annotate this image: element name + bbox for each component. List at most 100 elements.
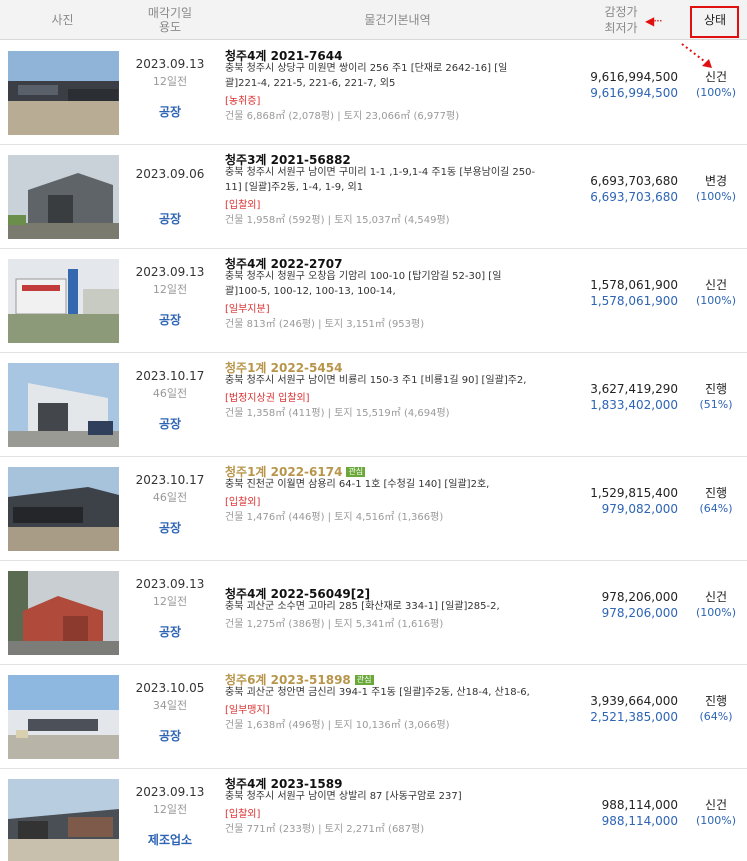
status-cell: 진행 (51%) <box>690 381 742 413</box>
property-photo[interactable] <box>8 259 119 343</box>
status-label: 신건 <box>704 70 728 84</box>
table-row[interactable]: 2023.09.13 12일전 공장 청주4계 2022-56049[2] 충북 괴산군… <box>0 561 747 665</box>
property-photo[interactable] <box>8 51 119 135</box>
price-cell: 9,616,994,500 9,616,994,500 <box>560 69 678 101</box>
header-date: 매각기일 용도 <box>125 0 215 40</box>
property-photo-image <box>8 779 119 861</box>
minimum-price: 979,082,000 <box>601 502 678 516</box>
header-date-line1: 매각기일 <box>147 6 193 20</box>
property-photo-image <box>8 467 119 551</box>
address: 충북 청주시 청원구 오창읍 기암리 100-10 [탑기암길 52-30] [… <box>225 269 577 299</box>
property-type: 공장 <box>158 105 182 119</box>
property-photo[interactable] <box>8 467 119 551</box>
status-cell: 변경 (100%) <box>690 173 742 205</box>
status-percent: (64%) <box>699 502 733 515</box>
appraisal-price: 6,693,703,680 <box>590 174 678 188</box>
table-row[interactable]: 2023.09.13 12일전 제조업소 청주4계 2023-1589 충북 청주시 서… <box>0 769 747 861</box>
days-remaining: 34일전 <box>152 699 188 712</box>
property-type: 제조업소 <box>147 833 193 847</box>
property-type: 공장 <box>158 625 182 639</box>
address: 충북 진천군 이월면 삼용리 64-1 1호 [수청길 140] [일괄]2호, <box>225 477 577 492</box>
status-percent: (100%) <box>695 814 737 827</box>
price-cell: 988,114,000 988,114,000 <box>560 797 678 829</box>
property-photo-image <box>8 675 119 759</box>
table-row[interactable]: 2023.10.05 34일전 공장 청주6계 2023-51898 관심 충북 괴산군 … <box>0 665 747 769</box>
appraisal-price: 9,616,994,500 <box>590 70 678 84</box>
sale-date: 2023.09.06 <box>135 167 205 181</box>
address-line-1: 충북 괴산군 청안면 금신리 394-1 주1동 [일괄]주2동, 산18-4,… <box>225 687 530 698</box>
status-label: 진행 <box>704 694 728 708</box>
minimum-price: 988,114,000 <box>601 814 678 828</box>
arrow-left-icon: ◀··· <box>645 14 663 28</box>
property-photo[interactable] <box>8 779 119 861</box>
interest-badge: 관심 <box>346 467 366 477</box>
property-type: 공장 <box>158 313 182 327</box>
status-cell: 진행 (64%) <box>690 485 742 517</box>
status-label: 신건 <box>704 278 728 292</box>
address: 충북 청주시 상당구 미원면 쌍이리 256 주1 [단재로 2642-16] … <box>225 61 577 91</box>
table-row[interactable]: 2023.09.13 12일전 공장 청주4계 2022-2707 충북 청주시 청원구… <box>0 249 747 353</box>
special-condition-tag: [일부지분] <box>225 304 270 315</box>
price-cell: 978,206,000 978,206,000 <box>560 589 678 621</box>
special-condition-tag: [법정지상권 입찰외] <box>225 393 310 404</box>
minimum-price: 2,521,385,000 <box>590 710 678 724</box>
address: 충북 청주시 서원구 남이면 구미리 1-1 ,1-9,1-4 주1동 [부용남… <box>225 165 577 195</box>
address-line-2: 괄]221-4, 221-5, 221-6, 221-7, 외5 <box>225 78 396 89</box>
address-line-2: 괄]100-5, 100-12, 100-13, 100-14, <box>225 286 396 297</box>
minimum-price: 1,833,402,000 <box>590 398 678 412</box>
days-remaining: 12일전 <box>152 803 188 816</box>
address-line-1: 충북 청주시 청원구 오창읍 기암리 100-10 [탑기암길 52-30] [… <box>225 271 502 282</box>
table-header: 사진 매각기일 용도 물건기본내역 감정가 최저가 상태 <box>0 0 747 40</box>
status-percent: (64%) <box>699 710 733 723</box>
appraisal-price: 3,627,419,290 <box>590 382 678 396</box>
address-line-1: 충북 청주시 서원구 남이면 상발리 87 [사동구암로 237] <box>225 791 462 802</box>
property-photo[interactable] <box>8 675 119 759</box>
price-cell: 1,578,061,900 1,578,061,900 <box>560 277 678 309</box>
minimum-price: 6,693,703,680 <box>590 190 678 204</box>
special-condition-tag: [농취증] <box>225 96 261 107</box>
property-type: 공장 <box>158 212 182 226</box>
status-percent: (51%) <box>699 398 733 411</box>
status-percent: (100%) <box>695 190 737 203</box>
sale-date: 2023.09.13 <box>135 57 205 71</box>
property-photo[interactable] <box>8 363 119 447</box>
property-photo-image <box>8 571 119 655</box>
appraisal-price: 978,206,000 <box>601 590 678 604</box>
days-remaining: 12일전 <box>152 75 188 88</box>
table-row[interactable]: 2023.09.13 12일전 공장 청주4계 2021-7644 충북 청주시 상당구… <box>0 41 747 145</box>
sale-date: 2023.09.13 <box>135 577 205 591</box>
status-label: 진행 <box>704 486 728 500</box>
property-type: 공장 <box>158 417 182 431</box>
status-highlight-box <box>690 6 739 38</box>
address-line-1: 충북 진천군 이월면 삼용리 64-1 1호 [수청길 140] [일괄]2호, <box>225 479 490 490</box>
special-condition-tag: [입찰외] <box>225 200 261 211</box>
property-photo[interactable] <box>8 571 119 655</box>
appraisal-price: 3,939,664,000 <box>590 694 678 708</box>
price-cell: 3,627,419,290 1,833,402,000 <box>560 381 678 413</box>
property-photo[interactable] <box>8 155 119 239</box>
table-row[interactable]: 2023.09.06 공장 청주3계 2021-56882 충북 청주시 서원구 남이… <box>0 145 747 249</box>
property-type: 공장 <box>158 521 182 535</box>
table-row[interactable]: 2023.10.17 46일전 공장 청주1계 2022-5454 충북 청주시 서원구… <box>0 353 747 457</box>
property-photo-image <box>8 259 119 343</box>
days-remaining: 12일전 <box>152 595 188 608</box>
address-line-1: 충북 괴산군 소수면 고마리 285 [화산재로 334-1] [일괄]285-… <box>225 601 500 612</box>
status-cell: 신건 (100%) <box>690 277 742 309</box>
status-cell: 신건 (100%) <box>690 69 742 101</box>
status-cell: 진행 (64%) <box>690 693 742 725</box>
property-type: 공장 <box>158 729 182 743</box>
area-summary: 건물 771㎡ (233평) | 토지 2,271㎡ (687평) <box>225 824 425 835</box>
area-summary: 건물 1,476㎡ (446평) | 토지 4,516㎡ (1,366평) <box>225 512 444 523</box>
address: 충북 청주시 서원구 남이면 상발리 87 [사동구암로 237] <box>225 789 577 804</box>
address-line-1: 충북 청주시 서원구 남이면 구미리 1-1 ,1-9,1-4 주1동 [부용남… <box>225 167 536 178</box>
address-line-1: 충북 청주시 상당구 미원면 쌍이리 256 주1 [단재로 2642-16] … <box>225 63 508 74</box>
table-row[interactable]: 2023.10.17 46일전 공장 청주1계 2022-6174 관심 충북 진천군 이… <box>0 457 747 561</box>
property-photo-image <box>8 363 119 447</box>
minimum-price: 9,616,994,500 <box>590 86 678 100</box>
status-label: 진행 <box>704 382 728 396</box>
days-remaining: 12일전 <box>152 283 188 296</box>
special-condition-tag: [입찰외] <box>225 497 261 508</box>
status-label: 변경 <box>704 174 728 188</box>
property-photo-image <box>8 155 119 239</box>
sale-date: 2023.10.17 <box>135 473 205 487</box>
